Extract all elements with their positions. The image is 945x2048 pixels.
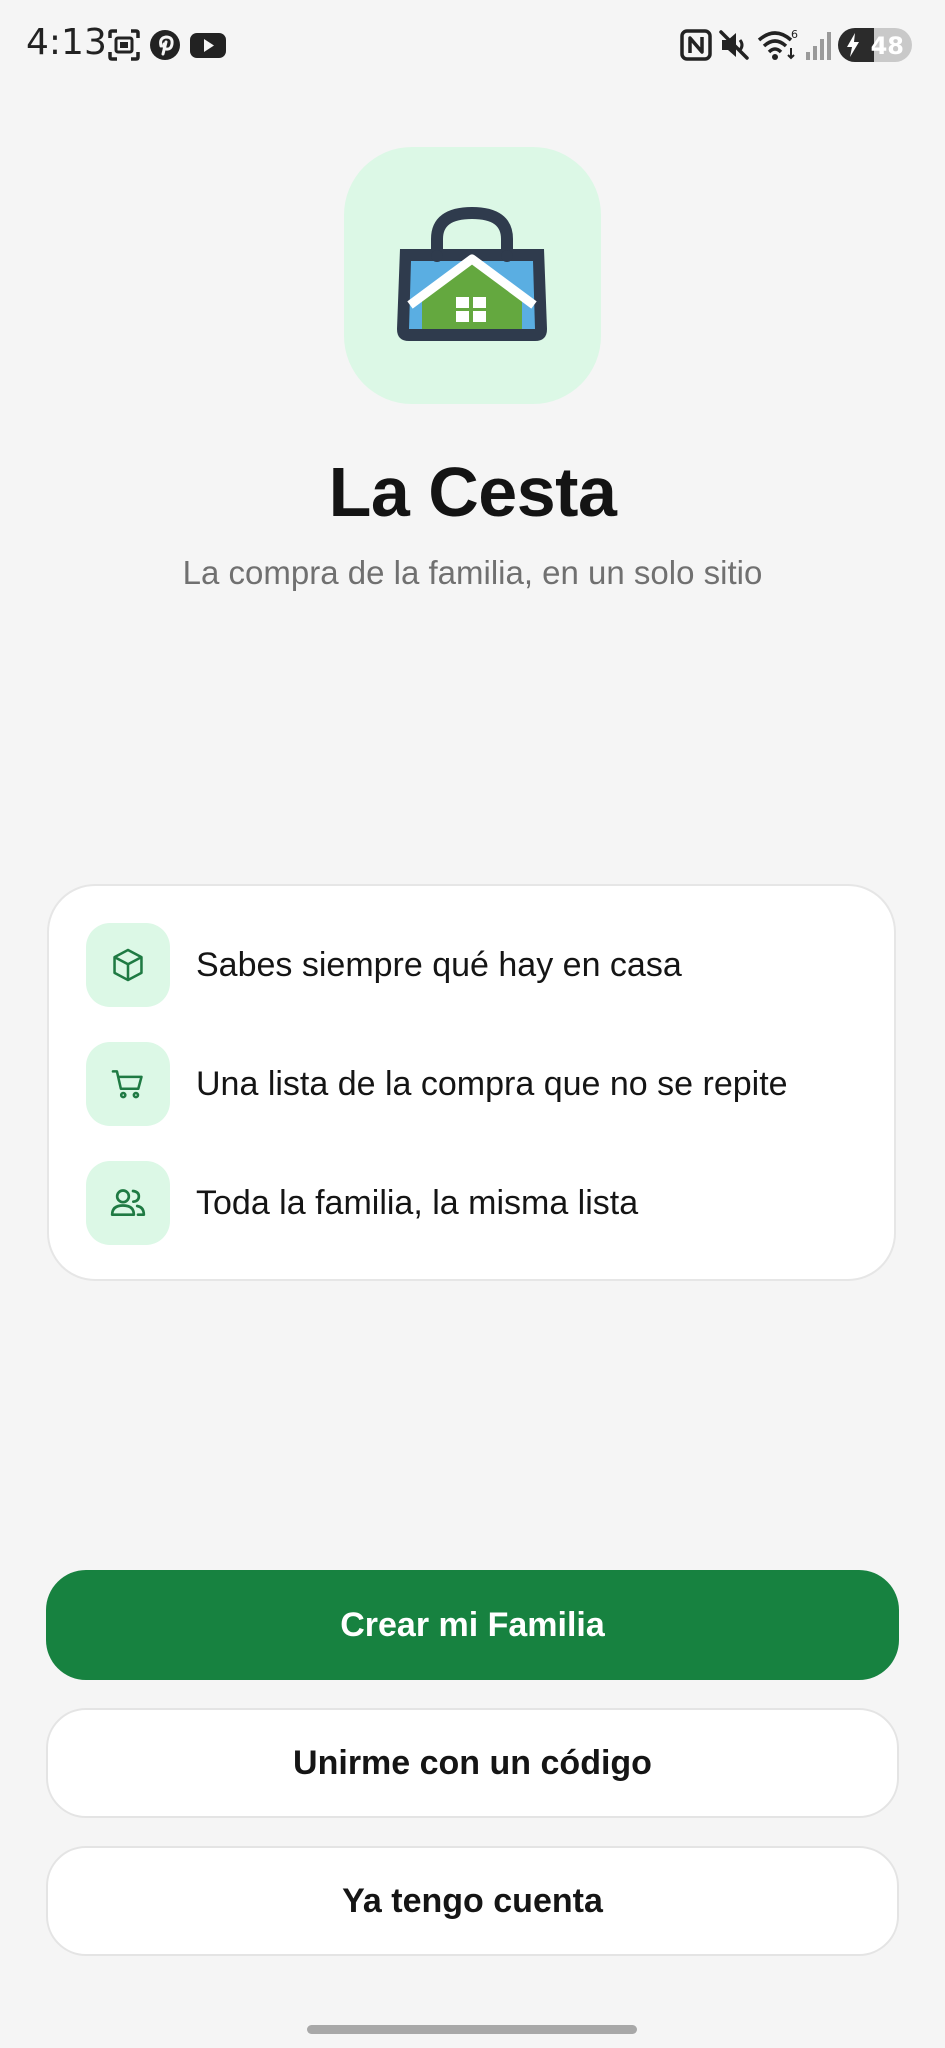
screenshot-icon xyxy=(108,29,140,61)
app-title: La Cesta xyxy=(328,453,617,531)
home-indicator[interactable] xyxy=(307,2025,637,2034)
feature-item: Una lista de la compra que no se repite xyxy=(86,1042,788,1126)
feature-text: Una lista de la compra que no se repite xyxy=(196,1064,788,1103)
box-icon xyxy=(86,923,170,1007)
have-account-button[interactable]: Ya tengo cuenta xyxy=(46,1846,899,1956)
cart-icon xyxy=(86,1042,170,1126)
features-card: Sabes siempre qué hay en casa Una lista … xyxy=(47,884,896,1281)
feature-item: Toda la familia, la misma lista xyxy=(86,1161,638,1245)
feature-item: Sabes siempre qué hay en casa xyxy=(86,923,682,1007)
wifi-icon: 6 xyxy=(757,28,798,60)
app-subtitle: La compra de la familia, en un solo siti… xyxy=(182,554,763,591)
svg-text:6: 6 xyxy=(791,28,798,41)
app-logo xyxy=(344,147,601,404)
feature-text: Toda la familia, la misma lista xyxy=(196,1183,639,1222)
battery-icon: 48 xyxy=(838,28,912,62)
shopping-bag-house-icon xyxy=(397,206,547,341)
mute-icon xyxy=(719,30,749,60)
users-icon xyxy=(86,1161,170,1245)
join-with-code-button[interactable]: Unirme con un código xyxy=(46,1708,899,1818)
nfc-icon xyxy=(680,29,712,61)
youtube-icon xyxy=(190,33,226,58)
battery-percent: 48 xyxy=(870,32,904,60)
status-time: 4:13 xyxy=(26,22,107,63)
pinterest-icon xyxy=(150,30,180,60)
signal-icon xyxy=(806,32,831,60)
create-family-button[interactable]: Crear mi Familia xyxy=(46,1570,899,1680)
feature-text: Sabes siempre qué hay en casa xyxy=(196,945,682,984)
status-bar: 4:13 6 48 xyxy=(0,0,945,90)
